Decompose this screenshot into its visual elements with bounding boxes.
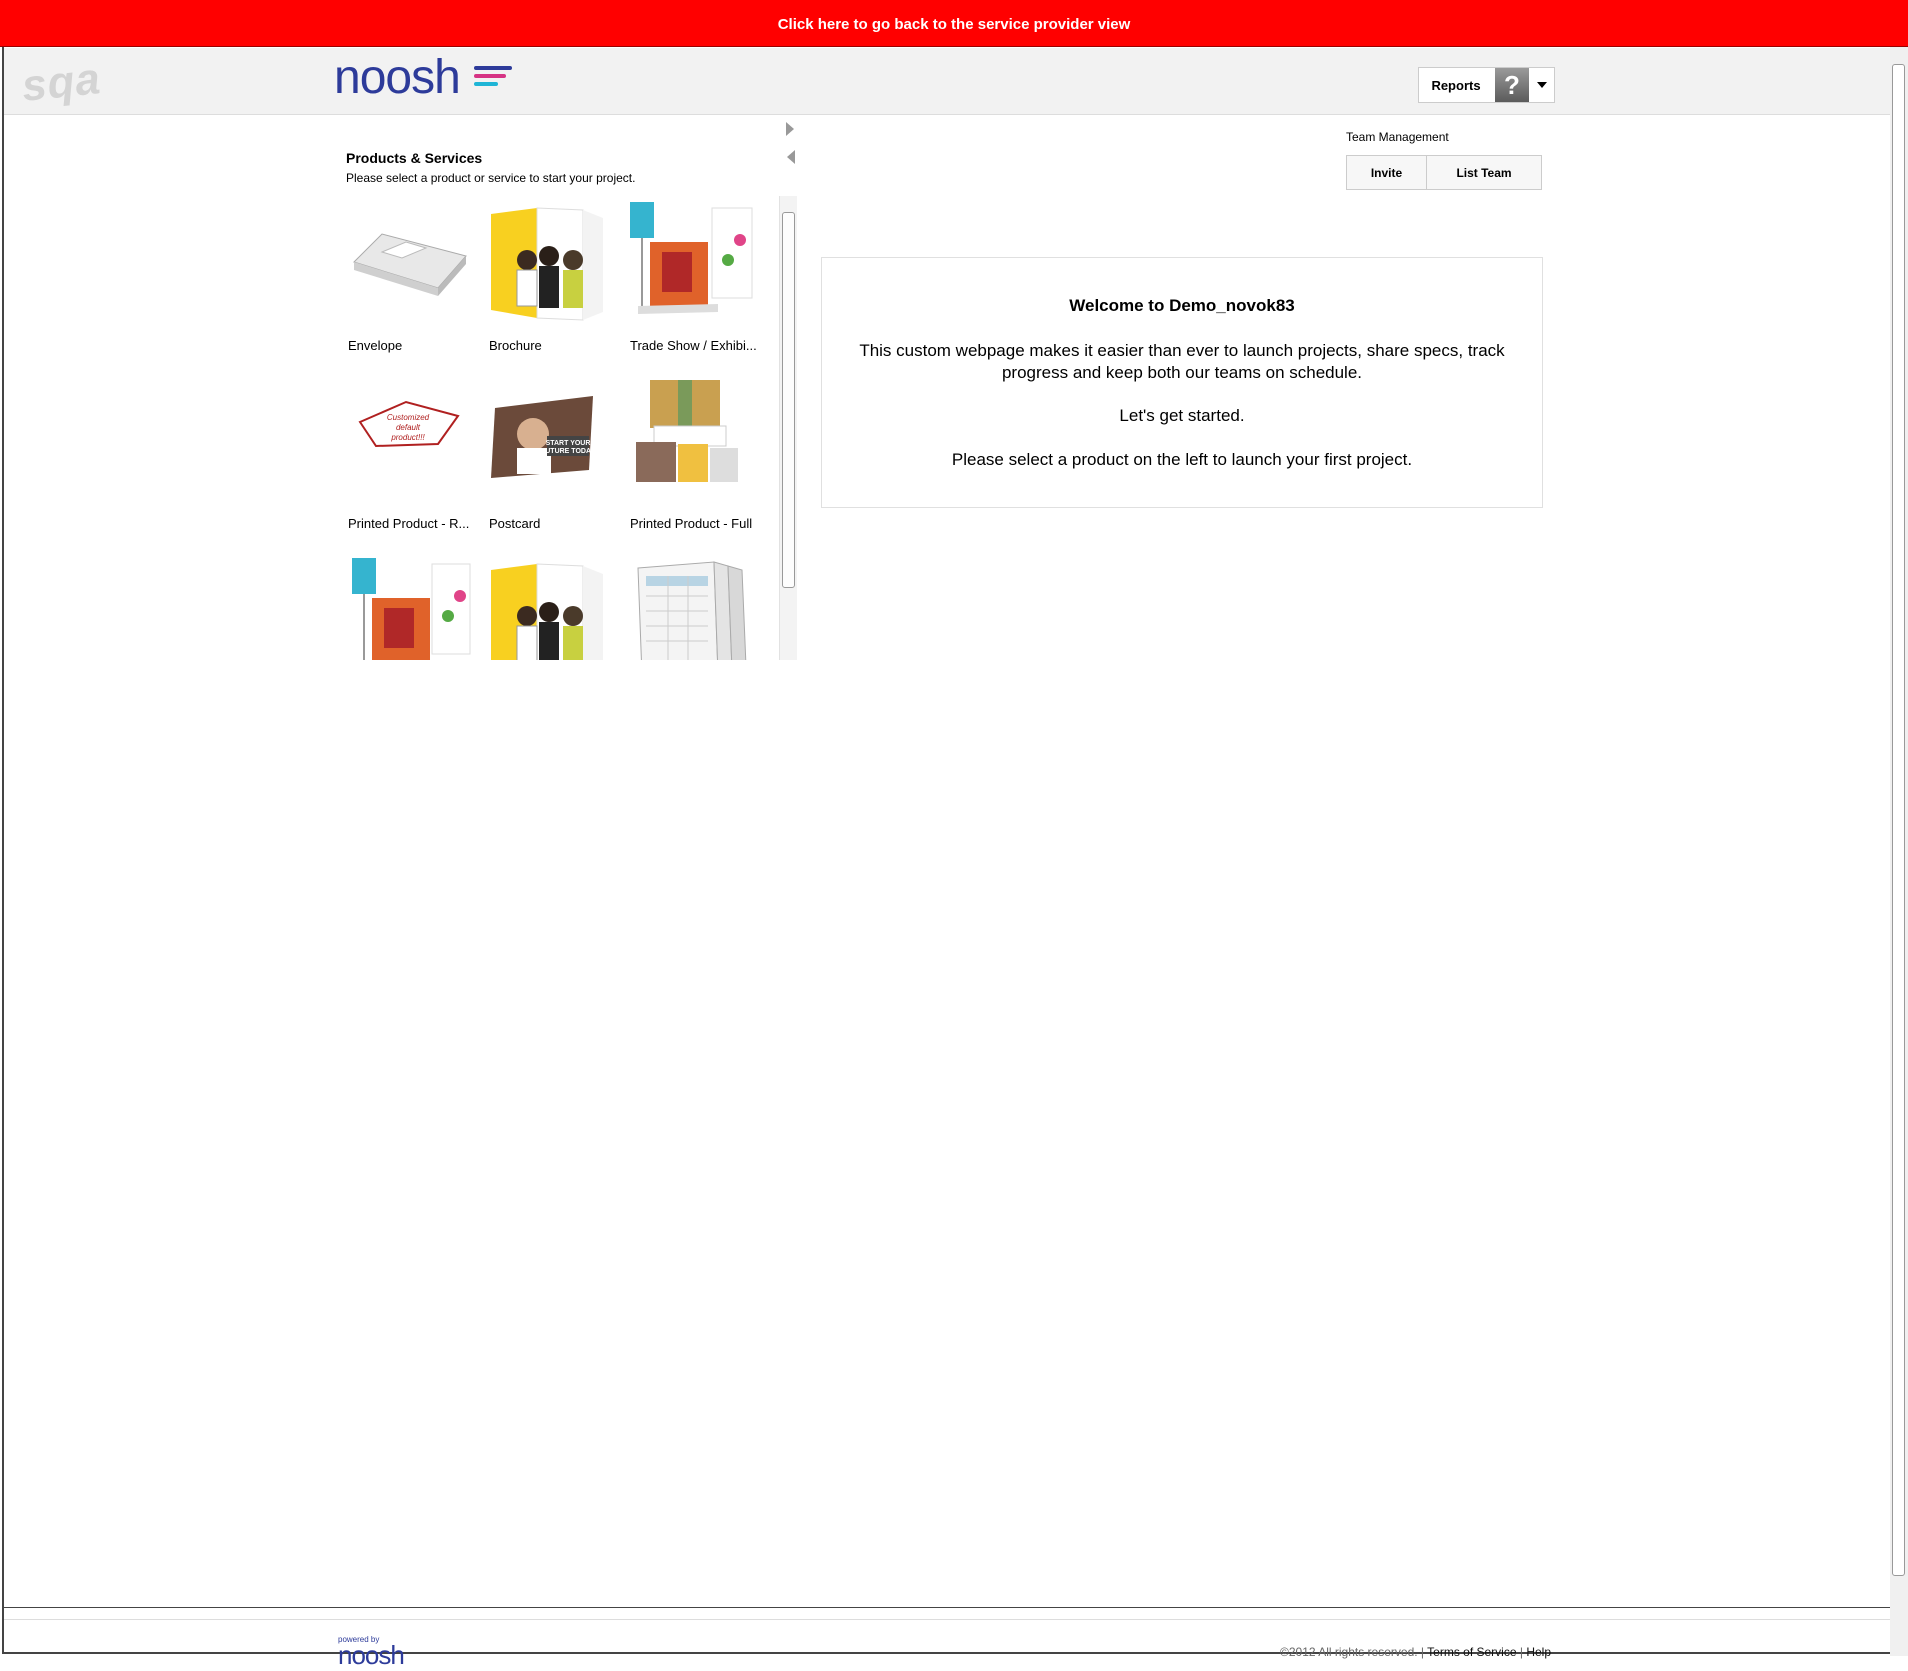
list-team-button[interactable]: List Team	[1427, 155, 1542, 190]
welcome-title: Welcome to Demo_novok83	[1069, 296, 1295, 315]
printed-product-image	[636, 380, 738, 482]
welcome-description: This custom webpage makes it easier than…	[859, 341, 1505, 382]
product-label: Envelope	[348, 338, 403, 353]
custom-product-image: Customized default product!!!	[358, 400, 460, 448]
product-tile-trade-show-2[interactable]	[344, 552, 480, 660]
product-list: Envelope Brochure Trade Show / Exhibi...…	[344, 196, 780, 660]
product-label: Brochure	[489, 338, 542, 353]
expand-panel-icon[interactable]	[786, 122, 794, 136]
header-bar	[4, 48, 1890, 115]
logo-text: noosh	[334, 51, 461, 104]
logo-bar-icon	[474, 82, 498, 86]
product-label: Printed Product - R...	[348, 516, 470, 531]
footer-links: ©2012 All rights reserved. | Terms of Se…	[1280, 1645, 1551, 1659]
svg-text:default: default	[396, 423, 421, 432]
products-subtitle: Please select a product or service to st…	[346, 171, 636, 185]
help-link[interactable]: Help	[1526, 1645, 1551, 1659]
chevron-down-icon[interactable]	[1537, 82, 1547, 88]
envelope-image	[353, 233, 467, 296]
team-management-title: Team Management	[1346, 130, 1449, 144]
brochure-image	[491, 563, 603, 660]
product-tile-envelope[interactable]: Envelope	[344, 196, 480, 361]
terms-of-service-link[interactable]: Terms of Service	[1427, 1645, 1516, 1659]
welcome-instruction: Please select a product on the left to l…	[951, 450, 1413, 469]
logo-bar-icon	[474, 66, 512, 70]
reports-button[interactable]: Reports	[1418, 67, 1494, 103]
environment-label: sqa	[19, 54, 104, 111]
brochure-image	[491, 207, 603, 321]
welcome-get-started: Let's get started.	[1119, 406, 1245, 425]
product-tile-brochure-2[interactable]	[485, 552, 621, 660]
svg-text:START YOUR: START YOUR	[546, 440, 591, 447]
product-tile-brochure[interactable]: Brochure	[485, 196, 621, 361]
welcome-panel: Welcome to Demo_novok83 This custom webp…	[821, 257, 1543, 508]
product-list-scrollbar-thumb[interactable]	[782, 212, 795, 588]
product-tile-printed-product-full[interactable]: Printed Product - Full	[626, 374, 762, 539]
trade-show-image	[630, 202, 753, 314]
product-label: Trade Show / Exhibi...	[630, 338, 757, 353]
footer-divider	[4, 1619, 1890, 1620]
page-scrollbar-thumb[interactable]	[1892, 64, 1905, 1576]
svg-text:FUTURE TODAY: FUTURE TODAY	[541, 448, 595, 455]
svg-text:Customized: Customized	[387, 413, 430, 422]
product-tile-postcard[interactable]: START YOUR FUTURE TODAY Postcard	[485, 374, 621, 539]
copyright-text: ©2012 All rights reserved. |	[1280, 1645, 1425, 1659]
svg-text:product!!!: product!!!	[390, 433, 425, 442]
trade-show-image	[352, 558, 471, 660]
products-title: Products & Services	[346, 150, 483, 166]
back-to-service-provider-banner[interactable]: Click here to go back to the service pro…	[0, 0, 1908, 47]
product-tile-trade-show[interactable]: Trade Show / Exhibi...	[626, 196, 762, 361]
product-tile-printed-product-r[interactable]: Customized default product!!! Printed Pr…	[344, 374, 480, 539]
footer-logo-text: noosh	[338, 1640, 405, 1670]
footer-separator: |	[1519, 1645, 1523, 1659]
forms-image	[637, 561, 747, 660]
collapse-panel-icon[interactable]	[787, 150, 795, 164]
avatar-placeholder-icon: ?	[1504, 70, 1520, 100]
product-tile-forms[interactable]	[626, 552, 762, 660]
invite-button[interactable]: Invite	[1346, 155, 1427, 190]
postcard-image: START YOUR FUTURE TODAY	[491, 396, 595, 478]
footer-divider	[4, 1607, 1890, 1608]
product-label: Postcard	[489, 516, 541, 531]
noosh-logo[interactable]: noosh	[334, 50, 512, 105]
product-label: Printed Product - Full	[630, 516, 753, 531]
logo-bar-icon	[474, 74, 506, 78]
